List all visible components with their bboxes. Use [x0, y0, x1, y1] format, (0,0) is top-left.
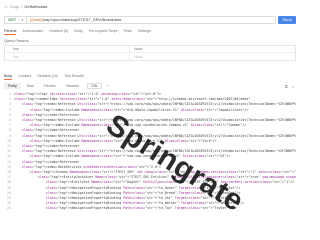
send-button[interactable]: Send — [278, 15, 296, 24]
view-preview-button[interactable]: Preview — [40, 83, 60, 89]
response-tab-headers-10[interactable]: Headers (10) — [37, 74, 58, 80]
method-value: GET — [8, 17, 17, 22]
copy-icon[interactable]: ⧉ — [285, 84, 288, 89]
breadcrumb-parent[interactable]: Dogs — [10, 4, 19, 9]
code-text: class="tag"><NavigationPropertyBinding P… — [45, 206, 233, 211]
breadcrumb-separator: / — [21, 3, 23, 9]
param-value-input[interactable]: Value — [129, 53, 295, 60]
query-params-table: Key Value Key Value — [4, 45, 296, 61]
params-header-row: Key Value — [5, 46, 295, 53]
params-empty-row: Key Value — [5, 53, 295, 60]
params-value-header: Value — [129, 46, 295, 52]
format-select[interactable]: XML — [87, 83, 103, 89]
response-tab-cookies[interactable]: Cookies — [18, 74, 31, 80]
query-params-title: Query Params — [4, 39, 29, 43]
breadcrumb-current: GetMetadata — [24, 3, 48, 9]
line-number: 23 — [7, 206, 11, 211]
request-url-bar: GET ▼ {{host}} /sap/opu/odata/sap/ZTEST_… — [4, 15, 296, 24]
search-icon[interactable]: ⌕ — [292, 84, 294, 89]
wrap-lines-icon[interactable]: ↵ — [106, 84, 109, 88]
request-tabs: Params Authorization Headers (8) Body Pre-re… — [4, 29, 157, 35]
tab-pre-request-script[interactable]: Pre-request Script — [89, 29, 118, 35]
url-variable: {{host}} — [30, 17, 43, 22]
code-line: 23 class="tag"><NavigationPropertyBindin… — [4, 206, 296, 211]
response-tab-body[interactable]: Body — [4, 74, 13, 80]
url-path: /sap/opu/odata/sap/ZTEST_SRV/$metadata — [42, 17, 122, 22]
breadcrumb: ▭ Dogs / GetMetadata — [0, 0, 300, 12]
response-tabs: Body Cookies Headers (10) Test Results — [4, 74, 90, 80]
tab-authorization[interactable]: Authorization — [22, 29, 43, 35]
params-key-header: Key — [13, 47, 19, 51]
tab-settings[interactable]: Settings — [138, 29, 151, 35]
param-key-input[interactable]: Key — [5, 55, 129, 59]
view-pretty-button[interactable]: Pretty — [4, 83, 21, 89]
tab-tests[interactable]: Tests — [124, 29, 132, 35]
chevron-down-icon: ▼ — [21, 17, 24, 22]
method-select[interactable]: GET ▼ — [4, 15, 26, 24]
tab-headers-8[interactable]: Headers (8) — [49, 29, 68, 35]
http-request-icon: ▭ — [4, 3, 8, 9]
tab-body[interactable]: Body — [74, 29, 82, 35]
response-actions: ⧉ ⌕ — [281, 84, 294, 89]
url-input[interactable]: {{host}} /sap/opu/odata/sap/ZTEST_SRV/$m… — [26, 15, 276, 24]
response-body-code: 1 class="tag"><?xml version=class="str">"… — [4, 92, 296, 213]
view-visualize-button[interactable]: Visualize — [62, 83, 84, 89]
view-raw-button[interactable]: Raw — [23, 83, 38, 89]
response-view-toolbar: Pretty Raw Preview Visualize XML ↵ — [4, 83, 109, 89]
tab-params[interactable]: Params — [4, 29, 17, 35]
response-tab-test-results[interactable]: Test Results — [64, 74, 84, 80]
